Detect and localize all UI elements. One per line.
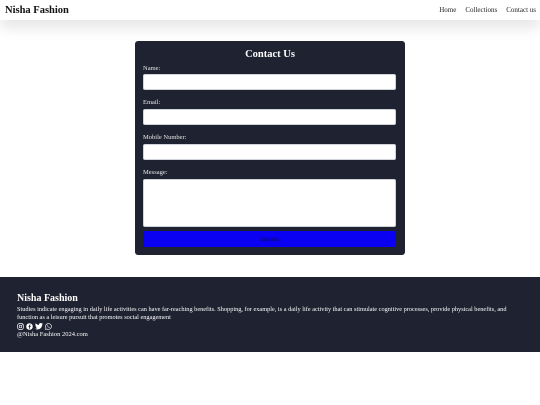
form-title: Contact Us: [245, 49, 295, 60]
facebook-icon[interactable]: [26, 322, 33, 330]
instagram-icon[interactable]: [17, 322, 24, 330]
social-links: [17, 322, 523, 330]
mobile-field[interactable]: [143, 144, 396, 160]
message-label: Message:: [143, 169, 168, 176]
copyright-text: @Nisha Fashion 2024.com: [17, 331, 88, 338]
nav-link-collections[interactable]: Collections: [465, 6, 497, 14]
name-field[interactable]: [143, 74, 396, 90]
footer-brand: Nisha Fashion: [17, 293, 78, 304]
mobile-label: Mobile Number:: [143, 134, 187, 141]
brand-logo[interactable]: Nisha Fashion: [5, 5, 69, 16]
message-field[interactable]: [143, 179, 396, 227]
nav-link-home[interactable]: Home: [439, 6, 456, 14]
nav-link-contact[interactable]: Contact us: [506, 6, 536, 14]
footer-description: Studies indicate engaging in daily life …: [17, 306, 507, 321]
whatsapp-icon[interactable]: [45, 322, 52, 330]
email-field[interactable]: [143, 109, 396, 125]
name-label: Name:: [143, 65, 161, 72]
contact-form: Contact Us Name: Email: Mobile Number: M…: [135, 41, 405, 255]
submit-button[interactable]: Submit: [143, 231, 396, 247]
twitter-icon[interactable]: [35, 322, 43, 330]
navbar: Nisha Fashion Home Collections Contact u…: [0, 0, 540, 20]
email-label: Email:: [143, 99, 161, 106]
nav-links: Home Collections Contact us: [439, 6, 536, 14]
footer: Nisha Fashion Studies indicate engaging …: [0, 277, 540, 352]
